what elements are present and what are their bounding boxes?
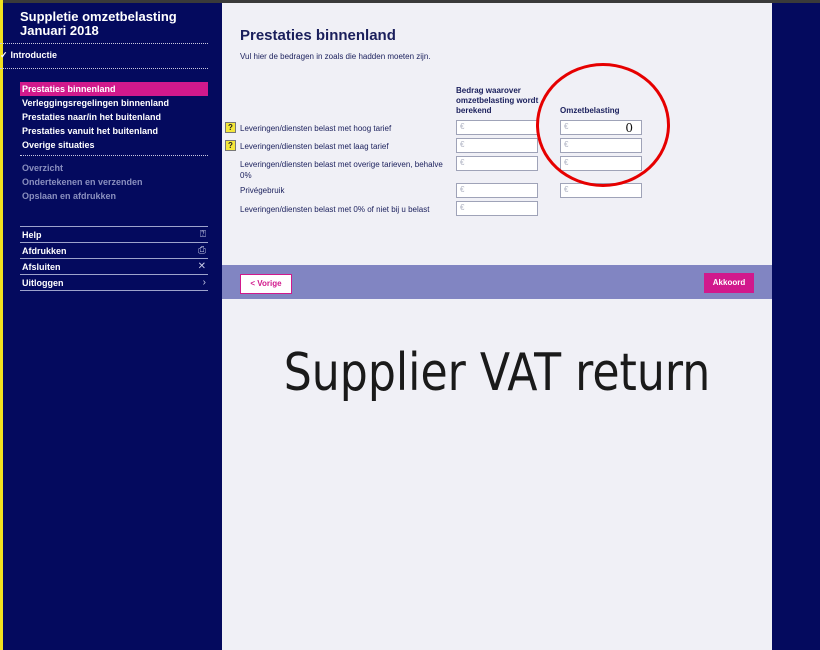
vat-input-hoog[interactable]: € 0 (560, 120, 642, 135)
sidebar-nav: Prestaties binnenland Verleggingsregelin… (20, 82, 208, 152)
navigation-bar: < Vorige Akkoord (222, 265, 772, 299)
row-label: Leveringen/diensten belast met 0% of nie… (240, 205, 430, 214)
sidebar: Suppletie omzetbelasting Januari 2018 ✓ I… (0, 9, 208, 291)
amount-input-overige[interactable]: € (456, 156, 538, 171)
row-label: Privégebruik (240, 186, 285, 195)
vat-input-privegebruik[interactable]: € (560, 183, 642, 198)
sidebar-item-overzicht[interactable]: Overzicht (20, 161, 208, 175)
sidebar-item-prestaties-binnenland[interactable]: Prestaties binnenland (20, 82, 208, 96)
amount-input-nul-procent[interactable]: € (456, 201, 538, 216)
intro-text: Vul hier de bedragen in zoals die hadden… (240, 52, 431, 61)
help-icon[interactable]: ? (225, 122, 236, 133)
close-icon: ✕ (197, 261, 206, 272)
row-label: Leveringen/diensten belast met laag tari… (240, 142, 389, 151)
row-label: Leveringen/diensten belast met hoog tari… (240, 124, 392, 133)
row-label: Leveringen/diensten belast met overige t… (240, 160, 443, 180)
vat-input-laag[interactable]: € (560, 138, 642, 153)
help-button[interactable]: Help ⍰ (20, 226, 208, 242)
divider (0, 68, 208, 69)
vat-input-overige[interactable]: € (560, 156, 642, 171)
divider (20, 155, 208, 156)
divider (0, 43, 208, 44)
sidebar-item-naar-buitenland[interactable]: Prestaties naar/in het buitenland (20, 110, 208, 124)
sidebar-secondary-nav: Overzicht Ondertekenen en verzenden Opsl… (20, 161, 208, 203)
close-button[interactable]: Afsluiten ✕ (20, 258, 208, 274)
previous-button[interactable]: < Vorige (240, 274, 292, 294)
caption-overlay: Supplier VAT return (283, 343, 711, 403)
question-box-icon: ⍰ (200, 229, 206, 240)
app-title: Suppletie omzetbelasting Januari 2018 (20, 9, 177, 38)
sidebar-item-vanuit-buitenland[interactable]: Prestaties vanuit het buitenland (20, 124, 208, 138)
column-header-amount: Bedrag waarover omzetbelasting wordt ber… (456, 86, 539, 115)
sidebar-item-opslaan[interactable]: Opslaan en afdrukken (20, 189, 208, 203)
amount-input-laag[interactable]: € (456, 138, 538, 153)
sidebar-item-overige-situaties[interactable]: Overige situaties (20, 138, 208, 152)
page-title: Prestaties binnenland (240, 27, 396, 44)
amount-input-privegebruik[interactable]: € (456, 183, 538, 198)
sidebar-item-ondertekenen[interactable]: Ondertekenen en verzenden (20, 175, 208, 189)
check-icon: ✓ (0, 50, 8, 60)
main-panel: Prestaties binnenland Vul hier de bedrag… (222, 3, 772, 650)
column-header-vat: Omzetbelasting (560, 106, 620, 115)
accept-button[interactable]: Akkoord (704, 273, 754, 293)
print-button[interactable]: Afdrukken ⎙ (20, 242, 208, 258)
sidebar-tools: Help ⍰ Afdrukken ⎙ Afsluiten ✕ Uitloggen… (20, 226, 208, 291)
help-icon[interactable]: ? (225, 140, 236, 151)
logout-button[interactable]: Uitloggen › (20, 274, 208, 291)
sidebar-item-introductie[interactable]: ✓ Introductie (0, 50, 228, 61)
amount-input-hoog[interactable]: € (456, 120, 538, 135)
chevron-right-icon: › (202, 277, 206, 288)
sidebar-item-verleggingsregelingen[interactable]: Verleggingsregelingen binnenland (20, 96, 208, 110)
left-stripe (0, 0, 3, 650)
printer-icon: ⎙ (198, 245, 206, 256)
